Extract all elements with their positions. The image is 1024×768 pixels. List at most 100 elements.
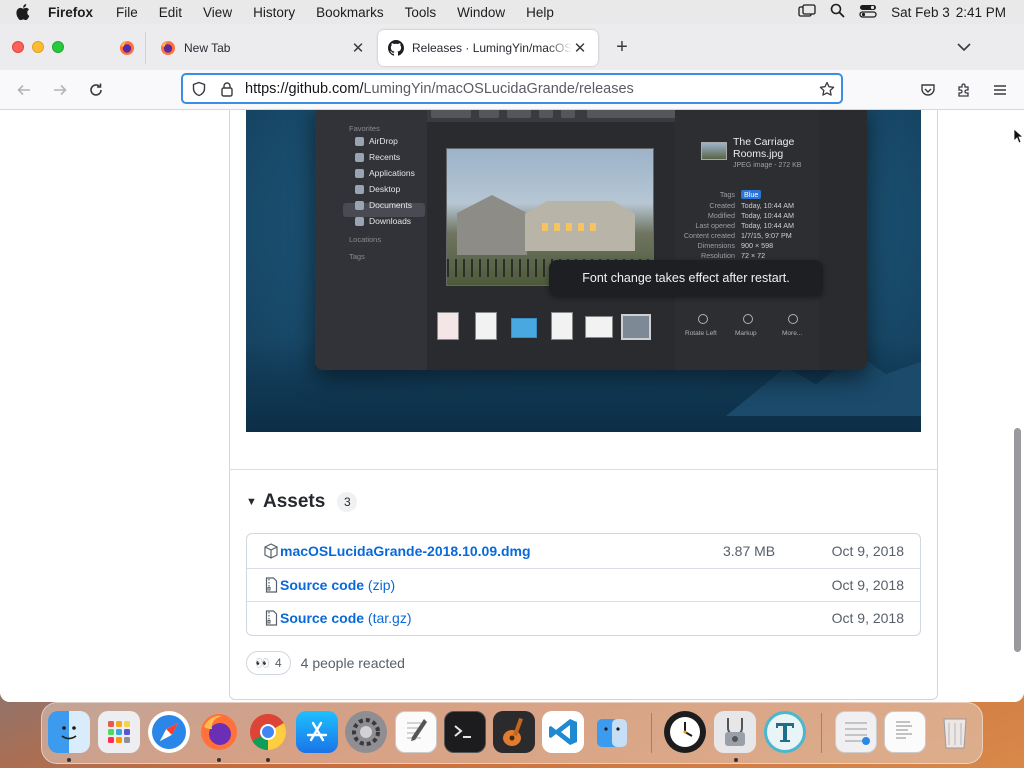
reload-icon (90, 83, 102, 96)
action-rotate-left: Rotate Left (685, 330, 717, 337)
close-tab-icon[interactable]: ✕ (572, 40, 588, 57)
dock-textedit-icon[interactable] (395, 711, 437, 753)
info-row-last-opened: Last opened Today, 10:44 AM (675, 221, 819, 230)
file-thumbnail (701, 142, 727, 160)
asset-size: 3.87 MB (723, 542, 776, 559)
dock-clock-icon[interactable] (664, 711, 706, 753)
triangle-down-icon[interactable]: ▼ (246, 496, 258, 508)
dock-migration-assistant-icon[interactable] (591, 711, 633, 753)
photo-windows (542, 223, 602, 231)
info-key: Dimensions (697, 241, 735, 250)
tracking-protection-shield-icon[interactable] (191, 81, 207, 97)
pocket-button[interactable] (918, 80, 938, 100)
sidebar-item-recents: Recents (355, 152, 400, 162)
markup-icon (743, 314, 753, 324)
app-menu-button[interactable] (990, 80, 1010, 100)
minimize-window-button[interactable] (32, 41, 44, 53)
screen-mirroring-icon[interactable] (798, 3, 816, 21)
close-window-button[interactable] (12, 41, 24, 53)
tag-button (561, 110, 575, 118)
dock-launchpad-icon[interactable] (98, 711, 140, 753)
apple-menu-icon[interactable] (14, 0, 32, 24)
asset-row-zip: Source code (zip) Oct 9, 2018 (247, 567, 920, 602)
menu-edit[interactable]: Edit (159, 5, 182, 20)
info-value: 900 × 598 (741, 241, 774, 250)
menu-help[interactable]: Help (526, 5, 554, 20)
zoom-window-button[interactable] (52, 41, 64, 53)
dock-typora-icon[interactable] (764, 711, 806, 753)
dock-chrome-icon[interactable] (247, 711, 289, 753)
asset-date: Oct 9, 2018 (831, 610, 904, 627)
menu-tools[interactable]: Tools (405, 5, 437, 20)
sidebar-item-label: Downloads (369, 216, 412, 226)
back-button[interactable] (14, 80, 34, 100)
menu-view[interactable]: View (203, 5, 232, 20)
reactions-summary: 4 people reacted (300, 655, 405, 671)
asset-link[interactable]: Source code (tar.gz) (280, 610, 412, 626)
dock-safari-icon[interactable] (148, 711, 190, 753)
tab-new-tab[interactable]: New Tab ✕ (150, 30, 376, 66)
dock-disk-utility-icon[interactable] (714, 711, 756, 753)
info-key: Modified (707, 211, 735, 220)
info-row-modified: Modified Today, 10:44 AM (675, 211, 819, 220)
menu-app-name[interactable]: Firefox (48, 5, 93, 20)
tab-releases[interactable]: Releases · LumingYin/macOSLucidaGrande ✕ (378, 30, 598, 66)
url-bar[interactable]: https://github.com/LumingYin/macOSLucida… (181, 73, 843, 104)
lock-icon[interactable] (219, 81, 235, 97)
tab-title: Releases · LumingYin/macOSLucidaGrande (412, 41, 572, 55)
asset-link[interactable]: macOSLucidaGrande-2018.10.09.dmg (280, 543, 531, 559)
spotlight-search-icon[interactable] (830, 3, 845, 21)
dock-garageband-icon[interactable] (493, 711, 535, 753)
reactions-bar: 👀 4 4 people reacted (246, 651, 405, 675)
info-row-content-created: Content created 1/7/15, 9:07 PM (675, 231, 819, 240)
assets-header[interactable]: ▼ Assets 3 (246, 491, 358, 513)
menu-history[interactable]: History (253, 5, 295, 20)
puzzle-piece-icon (958, 83, 969, 97)
control-center-icon[interactable] (859, 4, 877, 21)
thumbnail-item (585, 316, 613, 338)
asset-row-dmg: macOSLucidaGrande-2018.10.09.dmg 3.87 MB… (247, 534, 920, 568)
asset-name: Source code (280, 610, 365, 627)
dock-terminal-icon[interactable] (444, 711, 486, 753)
reload-button[interactable] (86, 80, 106, 100)
dock-firefox-icon[interactable] (198, 711, 240, 753)
pinned-tab-firefox[interactable] (108, 32, 146, 64)
close-tab-icon[interactable]: ✕ (350, 40, 366, 57)
menu-file[interactable]: File (116, 5, 138, 20)
restart-notice-toast: Font change takes effect after restart. (549, 260, 823, 296)
running-indicator (67, 758, 71, 762)
desktop-icon (355, 184, 364, 194)
url-host: https://github.com/ (245, 80, 364, 97)
dock-system-preferences-icon[interactable] (345, 711, 387, 753)
dock-documents-stack-icon[interactable] (884, 711, 926, 753)
chevron-down-icon[interactable] (956, 39, 972, 55)
dock-vscode-icon[interactable] (542, 711, 584, 753)
new-tab-button[interactable]: + (612, 37, 632, 57)
url-text[interactable]: https://github.com/LumingYin/macOSLucida… (245, 81, 634, 97)
dock-downloads-stack-icon[interactable] (835, 711, 877, 753)
dock-app-store-icon[interactable] (296, 711, 338, 753)
forward-button[interactable] (50, 80, 70, 100)
running-indicator (217, 758, 221, 762)
menu-clock[interactable]: Sat Feb 3 2:41 PM (891, 5, 1006, 20)
clock-icon (355, 152, 364, 162)
reaction-eyes-button[interactable]: 👀 4 (246, 651, 291, 675)
page-scrollbar-thumb[interactable] (1014, 428, 1021, 652)
menu-bookmarks[interactable]: Bookmarks (316, 5, 384, 20)
folder-icon (511, 318, 537, 338)
bookmark-star-icon[interactable] (819, 81, 835, 97)
dock (41, 702, 983, 764)
sidebar-item-applications: Applications (355, 168, 415, 178)
sidebar-item-label: Documents (369, 200, 412, 210)
sidebar-item-label: Applications (369, 168, 415, 178)
menu-window[interactable]: Window (457, 5, 505, 20)
rotate-left-icon (698, 314, 708, 324)
thumbnail-item (475, 312, 497, 340)
asset-link[interactable]: Source code (zip) (280, 577, 395, 593)
window-controls (12, 41, 64, 53)
file-meta: JPEG image - 272 KB (733, 162, 802, 169)
dock-finder-icon[interactable] (48, 711, 90, 753)
sidebar-item-label: AirDrop (369, 136, 398, 146)
extensions-button[interactable] (954, 80, 974, 100)
dock-trash-icon[interactable] (934, 711, 976, 753)
